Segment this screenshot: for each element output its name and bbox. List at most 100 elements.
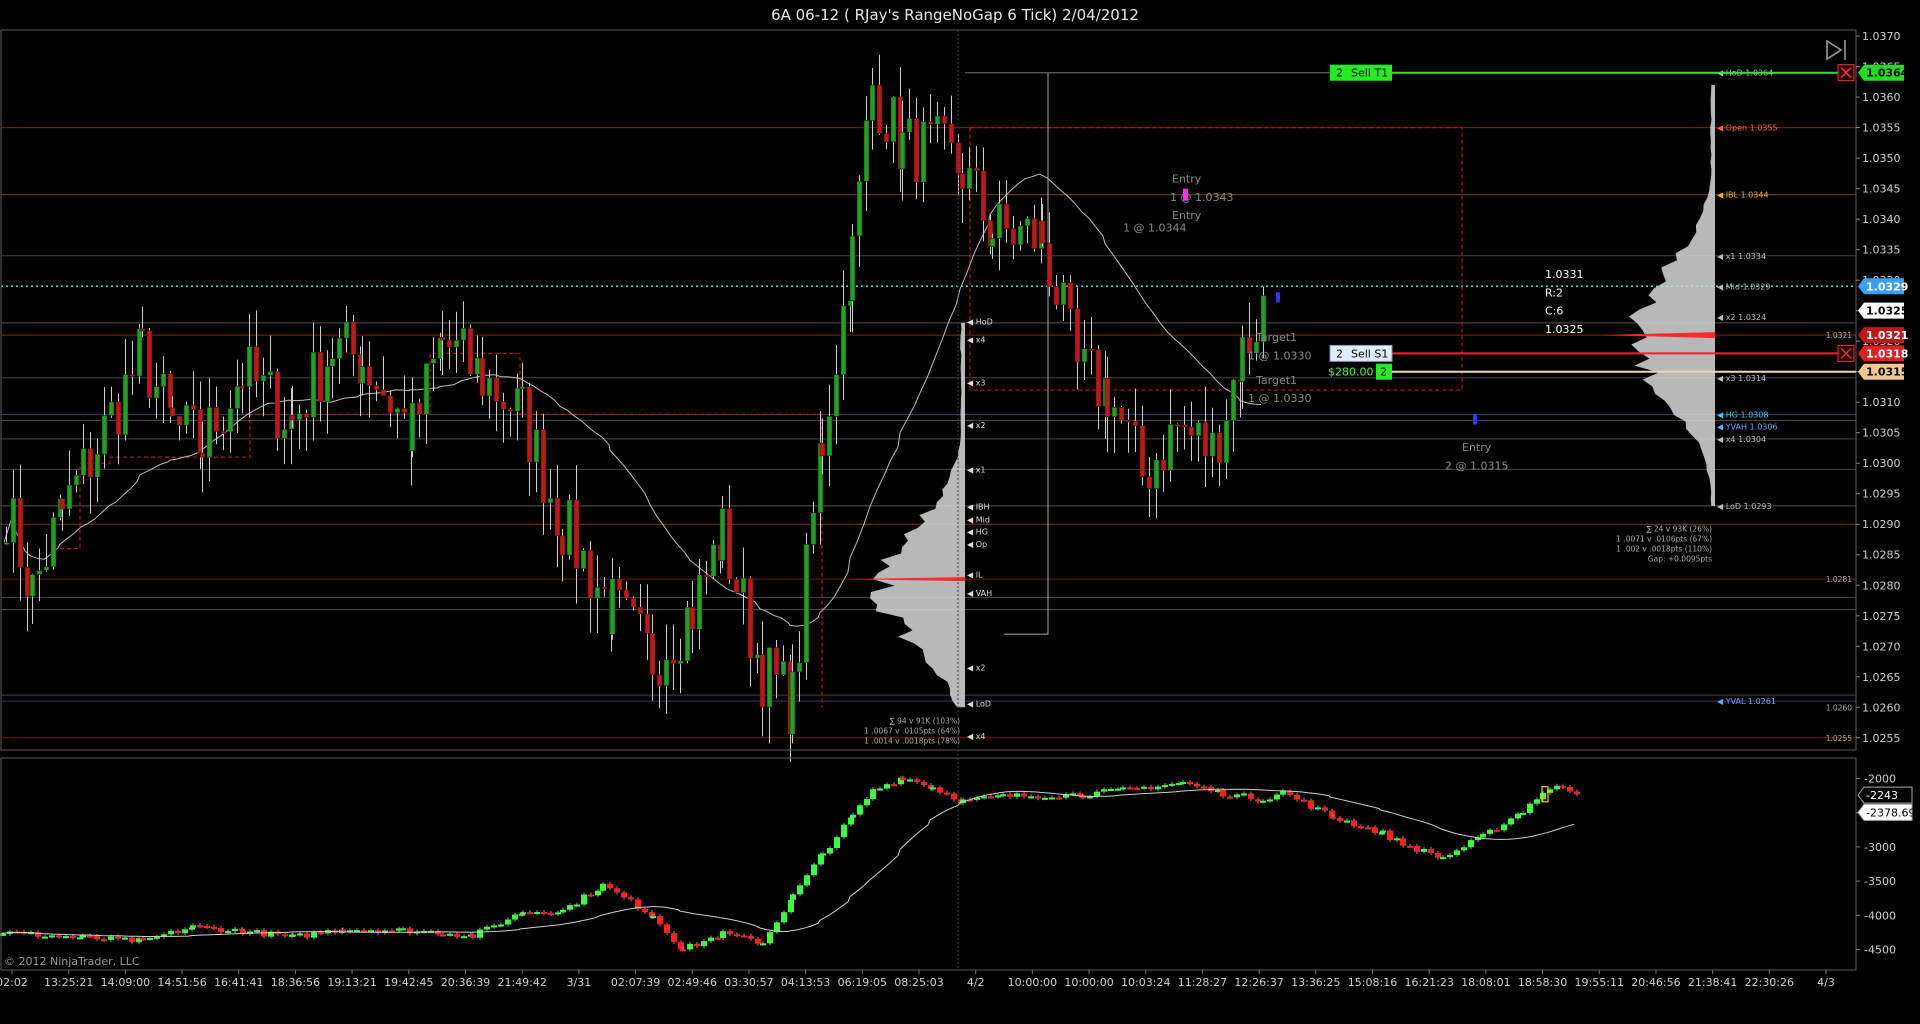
indicator-down-bar (1351, 820, 1357, 827)
indicator-up-bar (1468, 840, 1474, 848)
indicator-up-bar (225, 931, 231, 934)
indicator-down-bar (1248, 793, 1254, 800)
indicator-up-bar (80, 935, 86, 938)
indicator-down-bar (1201, 786, 1207, 789)
small-level-label: 1.0321 (1826, 331, 1852, 340)
close-order-icon[interactable] (1837, 344, 1855, 362)
close-order-icon[interactable] (1837, 64, 1855, 82)
small-level-label: 1.0260 (1826, 703, 1852, 712)
indicator-up-bar (1480, 833, 1486, 838)
down-candle (959, 173, 966, 190)
price-chart[interactable]: 1.03701.03651.03601.03551.03501.03451.03… (0, 0, 1920, 1024)
execution-label: Entry (1172, 209, 1202, 222)
indicator-up-bar (1379, 832, 1385, 835)
up-candle (609, 578, 616, 635)
indicator-badge-text: -2378.69 (1866, 806, 1915, 819)
price-tick-label: 1.0300 (1862, 457, 1901, 470)
up-candle (66, 484, 73, 510)
indicator-up-bar (1421, 848, 1427, 852)
up-candle (1195, 422, 1202, 437)
sell-s1-order[interactable]: 2 Sell S1 (1329, 344, 1393, 362)
indicator-up-bar (1141, 786, 1147, 789)
entry-marker (1473, 414, 1477, 425)
time-tick-label: 11:28:27 (1178, 976, 1227, 989)
indicator-up-bar (491, 925, 497, 928)
time-tick-label: 10:00:00 (1008, 976, 1057, 989)
indicator-down-bar (1567, 786, 1573, 792)
up-candle (1153, 459, 1160, 489)
bar-info-count: C:6 (1545, 305, 1563, 318)
position-qty: 2 (1380, 366, 1387, 379)
indicator-down-bar (197, 925, 203, 928)
up-candle (246, 346, 253, 387)
up-candle (310, 351, 317, 418)
time-tick-label: 3/31 (567, 976, 592, 989)
indicator-down-bar (1400, 838, 1406, 846)
up-candle (580, 550, 587, 569)
indicator-down-bar (755, 938, 761, 944)
indicator-down-bar (1329, 810, 1335, 817)
up-candle (296, 413, 303, 421)
sell-t1-order[interactable]: 2 Sell T1 (1330, 64, 1392, 81)
indicator-up-bar (1108, 788, 1114, 791)
up-candle (160, 373, 167, 387)
profile-left-label: ◀ x1 (967, 465, 986, 474)
down-candle (439, 337, 446, 341)
copyright-text: © 2012 NinjaTrader, LLC (4, 955, 140, 968)
play-next-icon[interactable] (1824, 38, 1850, 62)
down-candle (303, 413, 310, 418)
up-candle (710, 544, 717, 577)
down-candle (973, 167, 980, 172)
indicator-up-bar (701, 941, 707, 947)
indicator-tick-label: -4500 (1864, 943, 1896, 956)
down-candle (637, 606, 644, 615)
indicator-up-bar (1487, 829, 1493, 834)
down-candle (1146, 476, 1153, 489)
indicator-down-bar (140, 938, 146, 941)
down-candle (129, 374, 136, 377)
down-candle (526, 386, 533, 463)
down-candle (759, 654, 766, 708)
indicator-down-bar (115, 936, 121, 939)
down-candle (115, 401, 122, 436)
indicator-down-bar (649, 912, 655, 917)
price-candles (3, 54, 1267, 762)
indicator-up-bar (804, 875, 810, 886)
down-candle (670, 659, 677, 665)
up-candle (663, 659, 670, 687)
indicator-down-bar (94, 936, 100, 940)
indicator-down-bar (282, 934, 288, 937)
price-badge: 1.0321 (1858, 327, 1908, 344)
time-tick-label: 15:08:16 (1348, 976, 1397, 989)
indicator-up-bar (1315, 807, 1321, 810)
profile-left-label: ◀ VAH (967, 589, 992, 598)
time-tick-label: 18:08:01 (1461, 976, 1510, 989)
price-tick-label: 1.0345 (1862, 183, 1901, 196)
profile-left-label: ◀ x2 (967, 421, 986, 430)
indicator-up-bar (595, 890, 601, 896)
time-tick-label: 16:41:41 (214, 976, 263, 989)
up-candle (920, 121, 927, 183)
indicator-up-bar (311, 932, 317, 938)
indicator-badge: -2243 (1857, 786, 1913, 804)
indicator-up-bar (930, 787, 936, 790)
down-candle (1067, 282, 1074, 309)
time-tick-label: 20:46:56 (1631, 976, 1680, 989)
indicator-badge-text: -2243 (1866, 789, 1898, 802)
target-marker (1276, 292, 1280, 303)
up-candle (329, 358, 336, 367)
indicator-down-bar (1322, 807, 1328, 811)
indicator-up-bar (297, 933, 303, 936)
up-candle (430, 358, 437, 364)
down-candle (1003, 203, 1010, 230)
indicator-down-bar (1330, 816, 1336, 819)
down-candle (1139, 425, 1146, 477)
profile-right-label: ◀ HG 1.0308 (1717, 410, 1768, 419)
down-candle (913, 118, 920, 183)
indicator-down-bar (921, 781, 927, 786)
up-candle (108, 401, 115, 416)
indicator-down-bar (1134, 787, 1140, 790)
profile-right-label: ◀ YVAL 1.0261 (1717, 697, 1776, 706)
indicator-panel (0, 775, 1580, 952)
down-candle (190, 404, 197, 410)
